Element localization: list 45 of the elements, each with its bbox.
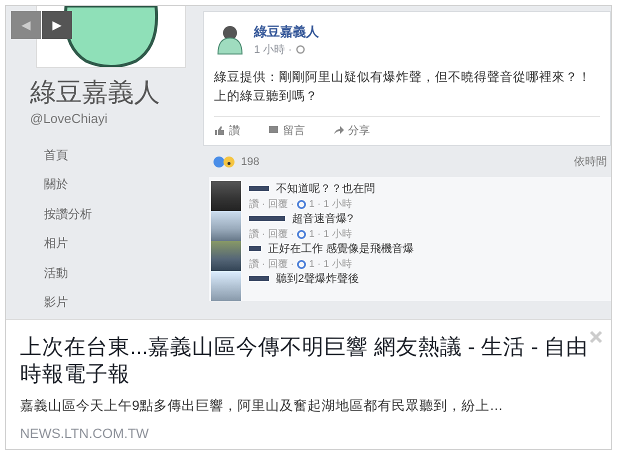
post-action[interactable]: 讚 bbox=[229, 122, 240, 139]
comment-likes-time: 1 · 1 小時 bbox=[309, 198, 352, 212]
post-action[interactable]: 分享 bbox=[348, 122, 370, 139]
comment-actions[interactable]: 讚 · 回覆 · bbox=[249, 197, 294, 212]
comment-text: 聽到2聲爆炸聲後 bbox=[276, 272, 360, 286]
post-text: 綠豆提供：剛剛阿里山疑似有爆炸聲，但不曉得聲音從哪裡來？！ 上的綠豆聽到嗎？ bbox=[214, 69, 592, 105]
post-action[interactable]: 留言 bbox=[283, 122, 305, 139]
redacted-name bbox=[249, 276, 269, 282]
post-time: 1 小時 · bbox=[254, 42, 292, 58]
redacted-name bbox=[249, 216, 285, 222]
reaction-count[interactable]: 198 bbox=[241, 154, 260, 170]
like-icon bbox=[297, 260, 306, 269]
like-icon bbox=[297, 200, 306, 209]
comment-likes-time: 1 · 1 小時 bbox=[309, 258, 352, 272]
avatar-blur bbox=[211, 240, 241, 270]
redacted-name bbox=[249, 186, 269, 192]
reaction-icons bbox=[213, 156, 237, 168]
share-icon bbox=[333, 125, 344, 136]
page-name: 綠豆嘉義人 bbox=[30, 78, 161, 110]
avatar-blur bbox=[211, 210, 241, 240]
sort-label[interactable]: 依時間 bbox=[574, 154, 607, 170]
comment-text: 不知道呢？？也在問 bbox=[276, 182, 375, 196]
link-description: 嘉義山區今天上午9點多傳出巨響，阿里山及奮起湖地區都有民眾聽到，紛上… bbox=[20, 397, 504, 415]
redacted-name bbox=[249, 246, 261, 252]
sidebar-item[interactable]: 影片 bbox=[30, 288, 201, 318]
sidebar-item[interactable]: 按讚分析 bbox=[30, 200, 201, 230]
thumbs-up-icon bbox=[214, 125, 225, 136]
like-icon bbox=[297, 230, 306, 239]
globe-icon bbox=[296, 45, 305, 54]
page-handle: @LoveChiayi bbox=[30, 110, 109, 128]
sidebar-item[interactable]: 相片 bbox=[30, 229, 201, 259]
link-domain: NEWS.LTN.COM.TW bbox=[20, 425, 150, 444]
link-title[interactable]: 上次在台東...嘉義山區今傳不明巨響 網友熱議 - 生活 - 自由時報電子報 bbox=[20, 334, 597, 388]
avatar-blur bbox=[211, 180, 241, 210]
link-preview-card[interactable] bbox=[5, 5, 612, 450]
comment-actions[interactable]: 讚 · 回覆 · bbox=[249, 227, 294, 242]
comment-text: 超音速音爆? bbox=[292, 212, 354, 226]
comment-actions[interactable]: 讚 · 回覆 · bbox=[249, 257, 294, 272]
post-author[interactable]: 綠豆嘉義人 bbox=[254, 22, 319, 42]
sidebar-item[interactable]: 首頁 bbox=[30, 140, 201, 170]
comment-text: 正好在工作 感覺像是飛機音爆 bbox=[268, 242, 414, 256]
sidebar-item[interactable]: 關於 bbox=[30, 170, 201, 200]
comment-likes-time: 1 · 1 小時 bbox=[309, 228, 352, 242]
sidebar-item[interactable]: 活動 bbox=[30, 258, 201, 288]
avatar-blur bbox=[211, 270, 241, 300]
